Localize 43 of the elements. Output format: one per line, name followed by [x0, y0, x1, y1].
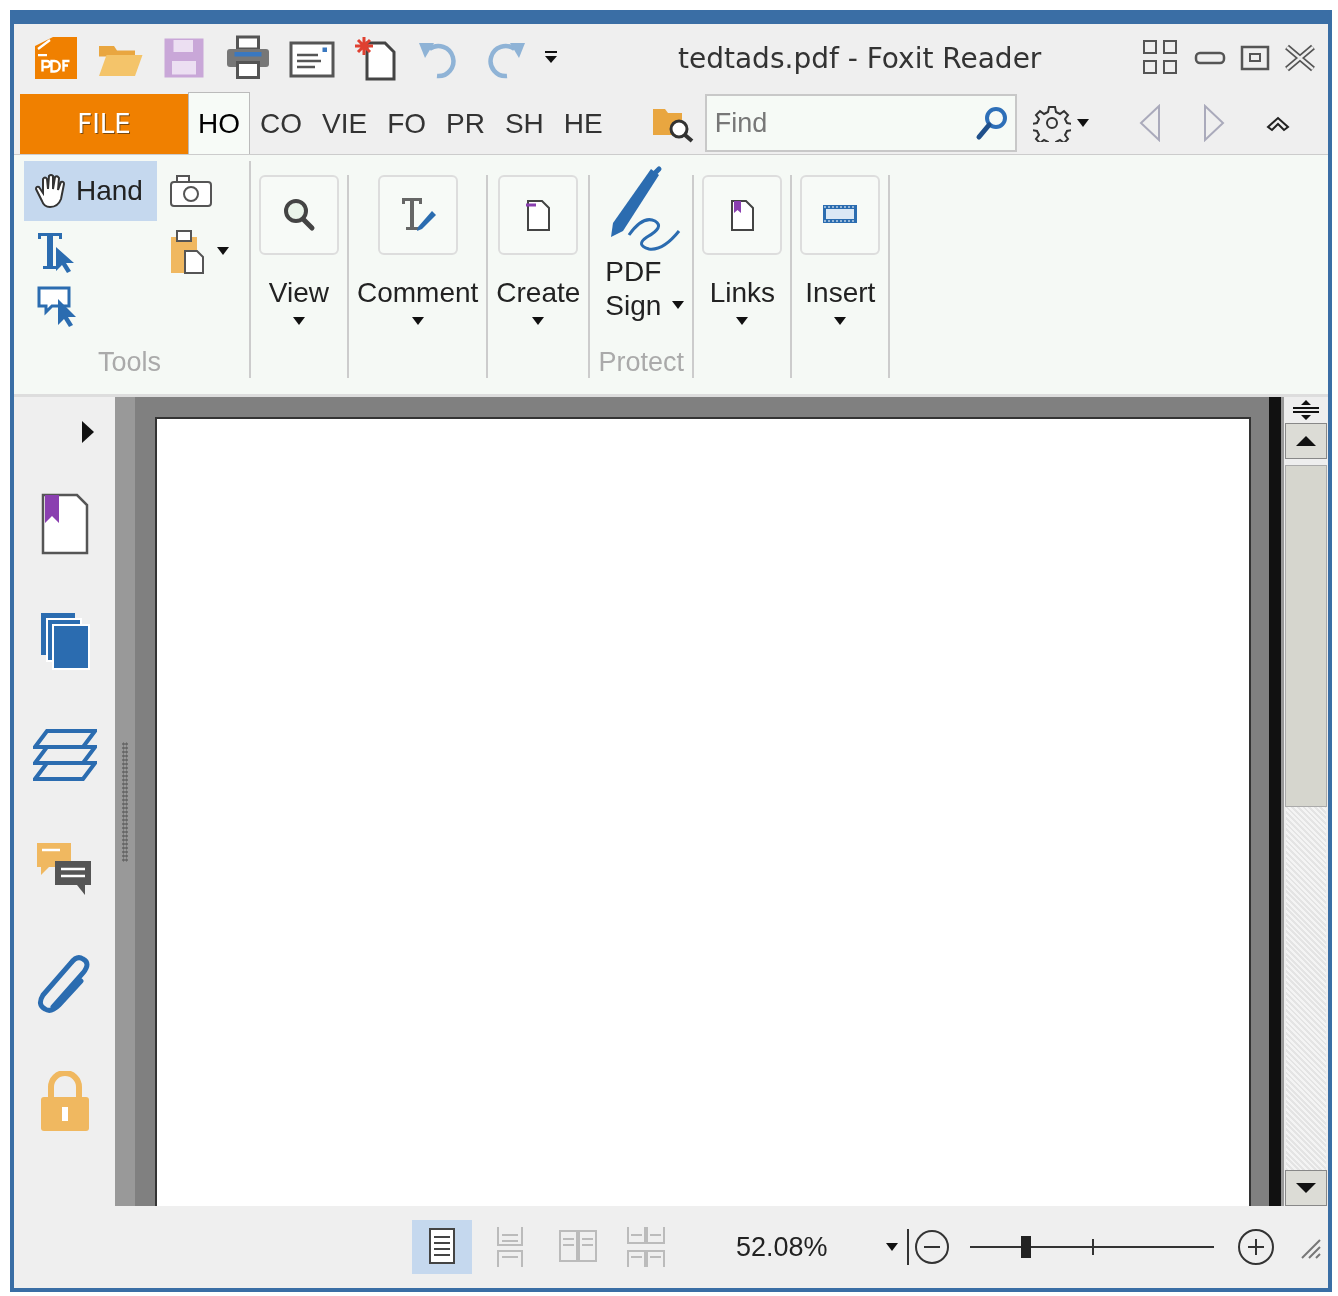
continuous-facing-icon	[625, 1225, 667, 1269]
restore-icon[interactable]	[1240, 45, 1270, 71]
close-icon[interactable]	[1284, 44, 1316, 72]
group-label: Tools	[97, 347, 161, 378]
expand-arrow-icon[interactable]	[79, 419, 96, 445]
fullscreen-icon[interactable]	[1142, 39, 1180, 77]
vertical-scrollbar[interactable]	[1281, 397, 1328, 1206]
caret-icon	[411, 317, 424, 325]
hand-tool-button[interactable]: Hand	[24, 161, 157, 221]
pages-icon[interactable]	[38, 611, 91, 671]
bookmark-icon[interactable]	[40, 493, 89, 555]
window-title: tedtads.pdf - Foxit Reader	[678, 41, 1043, 75]
ribbon-tab[interactable]: SH	[494, 92, 554, 154]
ribbon-tab[interactable]: HE	[553, 92, 613, 154]
page-view-button[interactable]	[412, 1220, 472, 1274]
search-field[interactable]: Find	[704, 94, 1017, 152]
search-icon[interactable]	[974, 105, 1009, 141]
ribbon-button[interactable]: Comment	[356, 175, 479, 325]
caret-icon	[1076, 119, 1089, 127]
ribbon-tab[interactable]: PR	[436, 92, 495, 154]
zoom-out-icon[interactable]	[905, 1227, 950, 1267]
ribbon-button[interactable]: PDF Sign	[598, 165, 685, 323]
caret-icon	[532, 317, 545, 325]
zoom-in-icon[interactable]	[1235, 1227, 1276, 1267]
ribbon-tab[interactable]: HO	[188, 92, 250, 154]
scroll-up-icon[interactable]	[1295, 435, 1317, 447]
caret-icon	[292, 317, 305, 325]
settings-icon	[1032, 104, 1071, 142]
ribbon-tab[interactable]: CO	[250, 92, 312, 154]
minimize-icon[interactable]	[1194, 50, 1226, 66]
caret-icon	[672, 301, 685, 309]
ribbon-tab[interactable]: VIE	[312, 92, 378, 154]
zoom-value: 52.08%	[736, 1231, 828, 1263]
caret-icon	[834, 317, 847, 325]
zoom-dropdown-icon[interactable]	[885, 1243, 898, 1251]
ribbon-tab[interactable]: FO	[377, 92, 437, 154]
scroll-down-icon[interactable]	[1295, 1182, 1317, 1194]
app-logo-icon[interactable]	[32, 34, 80, 82]
caret-icon	[736, 317, 749, 325]
group-label: Protect	[598, 347, 685, 378]
camera-icon[interactable]	[168, 174, 213, 208]
print-icon[interactable]	[224, 34, 272, 82]
split-handle-icon	[1291, 399, 1321, 421]
